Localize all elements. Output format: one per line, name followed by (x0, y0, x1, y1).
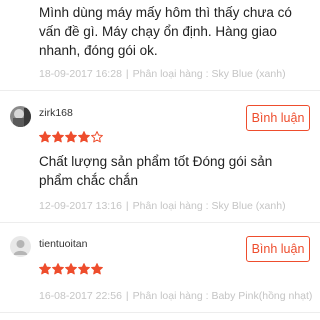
review-variation: Phân loại hàng : Sky Blue (xanh) (132, 200, 286, 212)
star-empty-icon (91, 131, 103, 143)
divider (0, 222, 320, 223)
comment-button[interactable]: Bình luận (246, 105, 310, 131)
review-text: Chất lượng sản phẩm tốt Đóng gói sản phẩ… (39, 154, 273, 188)
star-filled-icon (52, 131, 64, 143)
star-filled-icon (78, 263, 90, 275)
star-filled-icon (91, 263, 103, 275)
review-variation: Phân loại hàng : Baby Pink(hồng nhạt) (132, 290, 313, 302)
star-filled-icon (65, 131, 77, 143)
star-filled-icon (52, 263, 64, 275)
review-variation: Phân loại hàng : Sky Blue (xanh) (132, 68, 286, 80)
review-text: Mình dùng máy mấy hôm thì thấy chưa có v… (39, 5, 292, 58)
star-rating (39, 263, 103, 275)
user-avatar[interactable] (10, 106, 31, 127)
comment-button[interactable]: Bình luận (246, 236, 310, 262)
divider (0, 312, 320, 313)
user-avatar[interactable] (10, 236, 31, 257)
star-filled-icon (39, 263, 51, 275)
divider (0, 90, 320, 91)
review-meta: 18-09-2017 16:28 | Phân loại hàng : Sky Bl… (39, 68, 286, 80)
review-datetime: 12-09-2017 13:16 (39, 200, 122, 212)
review-username[interactable]: zirk168 (39, 107, 73, 119)
default-avatar-icon (13, 240, 28, 255)
review-meta: 16-08-2017 22:56 | Phân loại hàng : Baby P… (39, 290, 313, 302)
review-username[interactable]: tientuoitan (39, 238, 87, 250)
star-filled-icon (78, 131, 90, 143)
star-rating (39, 131, 103, 143)
star-filled-icon (65, 263, 77, 275)
review-datetime: 18-09-2017 16:28 (39, 68, 122, 80)
review-meta: 12-09-2017 13:16 | Phân loại hàng : Sky Bl… (39, 200, 286, 212)
star-filled-icon (39, 131, 51, 143)
review-datetime: 16-08-2017 22:56 (39, 290, 122, 302)
